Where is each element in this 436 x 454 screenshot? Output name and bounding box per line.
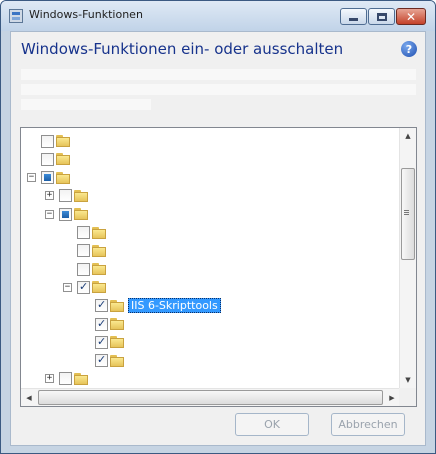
folder-icon [110,318,124,330]
tree-item[interactable] [81,353,124,369]
title-bar[interactable]: Windows-Funktionen ✕ [1,1,435,31]
folder-icon [92,244,106,257]
vertical-scroll-thumb[interactable] [401,168,415,260]
tree-item-label-selected[interactable]: IIS 6-Skripttools [128,298,221,314]
horizontal-scrollbar[interactable]: ◀ ▶ [21,388,400,406]
feature-checkbox[interactable] [95,335,108,349]
folder-icon [110,354,124,367]
expand-icon[interactable]: + [45,374,54,384]
features-tree[interactable]: −+−−IIS 6-Skripttools+− ▲ ▼ ◀ ▶ [20,127,417,407]
folder-icon [110,299,124,312]
folder-icon [92,281,106,294]
collapse-icon[interactable]: − [27,173,36,183]
tree-item[interactable]: − [27,170,70,186]
folder-icon [92,263,106,276]
feature-checkbox[interactable] [95,353,108,368]
folder-icon [110,336,124,349]
feature-checkbox[interactable] [77,262,90,276]
minimize-button[interactable] [340,8,367,25]
vertical-scrollbar[interactable]: ▲ ▼ [399,128,416,388]
folder-icon [74,372,88,385]
feature-checkbox[interactable] [95,298,108,313]
close-icon: ✕ [405,9,417,24]
dialog-content: Windows-Funktionen ein- oder ausschalten… [10,31,426,446]
feature-checkbox[interactable] [41,152,54,166]
folder-icon [56,171,70,184]
tree-item[interactable]: + [45,188,88,204]
description-line [21,84,416,95]
grip-icon [404,210,409,211]
close-button[interactable]: ✕ [396,8,426,25]
feature-checkbox[interactable] [59,189,72,203]
collapse-icon[interactable]: − [45,209,54,219]
expand-icon[interactable]: + [45,191,54,201]
tree-item[interactable] [63,243,106,259]
tree-item[interactable]: IIS 6-Skripttools [81,298,221,314]
feature-checkbox[interactable] [41,171,54,185]
scroll-up-icon[interactable]: ▲ [400,128,416,144]
feature-checkbox[interactable] [59,372,72,386]
folder-icon [56,153,70,166]
collapse-icon[interactable]: − [63,282,72,292]
cancel-button[interactable]: Abbrechen [331,413,405,436]
tree-item[interactable] [63,225,106,241]
scroll-right-icon[interactable]: ▶ [384,389,400,406]
feature-checkbox[interactable] [41,134,54,148]
tree-item[interactable]: − [63,279,106,295]
maximize-icon [376,12,387,21]
feature-checkbox[interactable] [59,207,72,221]
tree-item[interactable] [63,261,106,277]
scroll-corner [399,388,416,406]
tree-item[interactable] [81,316,124,332]
tree-item[interactable]: − [45,206,88,222]
feature-checkbox[interactable] [77,226,90,239]
tree-item[interactable] [27,151,70,167]
help-icon[interactable]: ? [401,41,417,57]
scroll-left-icon[interactable]: ◀ [21,389,37,406]
maximize-button[interactable] [368,8,395,25]
window-title: Windows-Funktionen [29,8,143,21]
feature-checkbox[interactable] [95,317,108,331]
folder-icon [74,208,88,221]
page-title: Windows-Funktionen ein- oder ausschalten [21,40,344,58]
folder-icon [56,135,70,147]
feature-checkbox[interactable] [77,280,90,294]
tree-item[interactable]: + [45,371,88,387]
tree-item[interactable] [81,334,124,350]
horizontal-scroll-thumb[interactable] [38,390,383,405]
description-line [21,69,416,80]
description-line [21,99,151,110]
windows-features-dialog: Windows-Funktionen ✕ Windows-Funktionen … [0,0,436,454]
tree-item[interactable] [27,133,70,149]
minimize-icon [349,18,358,21]
ok-button[interactable]: OK [235,413,309,436]
feature-checkbox[interactable] [77,244,90,258]
folder-icon [92,226,106,239]
folder-icon [74,189,88,202]
window-features-icon [9,9,23,23]
scroll-down-icon[interactable]: ▼ [400,372,416,388]
